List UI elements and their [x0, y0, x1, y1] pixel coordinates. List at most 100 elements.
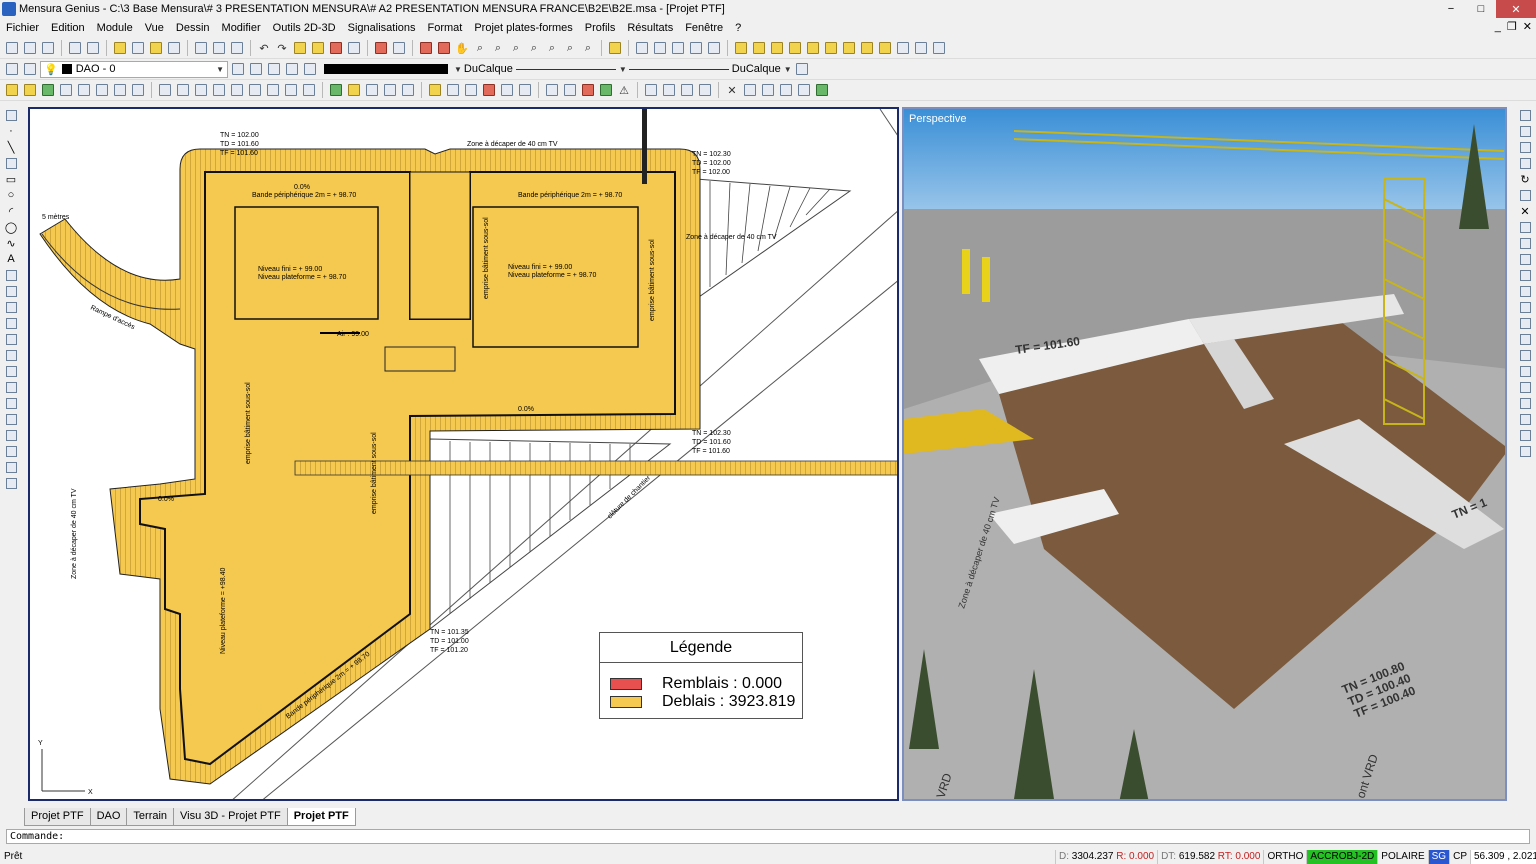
platform-tool-3-icon[interactable]: [40, 82, 56, 98]
volume-tool-1-icon[interactable]: [427, 82, 443, 98]
save-icon[interactable]: [40, 40, 56, 56]
layer-tool-1-icon[interactable]: [230, 61, 246, 77]
slope-tool-6-icon[interactable]: [247, 82, 263, 98]
modify-tool-4-icon[interactable]: [1518, 156, 1532, 170]
platform-tool-4-icon[interactable]: [58, 82, 74, 98]
survey-point-icon[interactable]: [292, 40, 308, 56]
doc-close-button[interactable]: ✕: [1523, 18, 1532, 37]
spline-icon[interactable]: ∿: [4, 236, 18, 250]
terrain-tool-2-icon[interactable]: [346, 82, 362, 98]
snap-intersection-icon[interactable]: [823, 40, 839, 56]
modify-tool-6-icon[interactable]: [1518, 188, 1532, 202]
match-props-icon[interactable]: [794, 61, 810, 77]
misc-tool-3-icon[interactable]: [760, 82, 776, 98]
text-icon[interactable]: A: [4, 252, 18, 266]
terrain-tool-3-icon[interactable]: [364, 82, 380, 98]
terrain-icon[interactable]: [148, 40, 164, 56]
rectangle-icon[interactable]: ▭: [4, 172, 18, 186]
modify-tool-16-icon[interactable]: [1518, 348, 1532, 362]
platform-tool-6-icon[interactable]: [94, 82, 110, 98]
zoom-all-icon[interactable]: ⌕: [580, 40, 596, 56]
open-file-icon[interactable]: [22, 40, 38, 56]
platform-tool-5-icon[interactable]: [76, 82, 92, 98]
modify-tool-2-icon[interactable]: [1518, 124, 1532, 138]
import-icon[interactable]: [166, 40, 182, 56]
modify-tool-20-icon[interactable]: [1518, 412, 1532, 426]
measure-icon[interactable]: [607, 40, 623, 56]
draw-tool-11-icon[interactable]: [4, 268, 18, 282]
lineweight-select[interactable]: DuCalque ▼: [628, 63, 792, 75]
slope-tool-2-icon[interactable]: [175, 82, 191, 98]
snap-mid-icon[interactable]: [769, 40, 785, 56]
circle-icon[interactable]: ○: [4, 188, 18, 202]
render-tool-4-icon[interactable]: [598, 82, 614, 98]
draw-tool-1-icon[interactable]: [4, 108, 18, 122]
point-icon[interactable]: ·: [4, 124, 18, 138]
slope-tool-3-icon[interactable]: [193, 82, 209, 98]
snap-center-icon[interactable]: [787, 40, 803, 56]
modify-tool-12-icon[interactable]: [1518, 284, 1532, 298]
tab-terrain[interactable]: Terrain: [126, 808, 175, 826]
rotate-icon[interactable]: ↻: [1518, 172, 1532, 186]
slope-tool-1-icon[interactable]: [157, 82, 173, 98]
menu-profils[interactable]: Profils: [579, 22, 622, 34]
snap-nearest-icon[interactable]: [877, 40, 893, 56]
menu-fichier[interactable]: Fichier: [0, 22, 45, 34]
terrain-tool-5-icon[interactable]: [400, 82, 416, 98]
undo-icon[interactable]: ↶: [256, 40, 272, 56]
modify-tool-1-icon[interactable]: [1518, 108, 1532, 122]
snap-tangent-icon[interactable]: [859, 40, 875, 56]
menu-signalisations[interactable]: Signalisations: [342, 22, 422, 34]
edit-tool-3-icon[interactable]: [670, 40, 686, 56]
snap-perpendicular-icon[interactable]: [841, 40, 857, 56]
modify-tool-11-icon[interactable]: [1518, 268, 1532, 282]
snap-toggle-icon[interactable]: [931, 40, 947, 56]
zoom-icon[interactable]: ⌕: [472, 40, 488, 56]
render-tool-1-icon[interactable]: [544, 82, 560, 98]
arc-icon[interactable]: ◜: [4, 204, 18, 218]
draw-tool-16-icon[interactable]: [4, 348, 18, 362]
platform-tool-7-icon[interactable]: [112, 82, 128, 98]
snap-quadrant-icon[interactable]: [805, 40, 821, 56]
zoom-extents-icon[interactable]: ⌕: [544, 40, 560, 56]
edit-tool-5-icon[interactable]: [706, 40, 722, 56]
zoom-in-icon[interactable]: ⌕: [490, 40, 506, 56]
slope-tool-5-icon[interactable]: [229, 82, 245, 98]
view-3d-icon[interactable]: [436, 40, 452, 56]
layer-manager-icon[interactable]: [112, 40, 128, 56]
draw-tool-12-icon[interactable]: [4, 284, 18, 298]
layer-tool-4-icon[interactable]: [284, 61, 300, 77]
pencil-icon[interactable]: [328, 40, 344, 56]
warning-icon[interactable]: ⚠: [616, 82, 632, 98]
menu-module[interactable]: Module: [91, 22, 139, 34]
draw-tool-24-icon[interactable]: [4, 476, 18, 490]
volume-tool-4-icon[interactable]: [481, 82, 497, 98]
plan-viewport[interactable]: TN = 102.00 TD = 101.60 TF = 101.60 Zone…: [28, 107, 899, 801]
view-2d-icon[interactable]: [418, 40, 434, 56]
line-icon[interactable]: ╲: [4, 140, 18, 154]
edit-tool-4-icon[interactable]: [688, 40, 704, 56]
tab-dao[interactable]: DAO: [89, 808, 128, 826]
modify-tool-13-icon[interactable]: [1518, 300, 1532, 314]
paste-icon[interactable]: [229, 40, 245, 56]
draw-tool-22-icon[interactable]: [4, 444, 18, 458]
report-tool-3-icon[interactable]: [679, 82, 695, 98]
ellipse-icon[interactable]: ◯: [4, 220, 18, 234]
color-select[interactable]: [324, 64, 448, 74]
platform-tool-8-icon[interactable]: [130, 82, 146, 98]
print-icon[interactable]: [67, 40, 83, 56]
menu-resultats[interactable]: Résultats: [621, 22, 679, 34]
doc-minimize-button[interactable]: _: [1495, 18, 1501, 37]
lock-icon[interactable]: [391, 40, 407, 56]
edit-tool-2-icon[interactable]: [652, 40, 668, 56]
draw-tool-19-icon[interactable]: [4, 396, 18, 410]
draw-tool-21-icon[interactable]: [4, 428, 18, 442]
hatch-icon[interactable]: [4, 364, 18, 378]
modify-tool-19-icon[interactable]: [1518, 396, 1532, 410]
chevron-down-icon[interactable]: ▼: [454, 65, 462, 74]
render-tool-3-icon[interactable]: [580, 82, 596, 98]
menu-modifier[interactable]: Modifier: [216, 22, 267, 34]
polaire-toggle[interactable]: POLAIRE: [1377, 849, 1427, 864]
layer-tool-2-icon[interactable]: [248, 61, 264, 77]
volume-tool-2-icon[interactable]: [445, 82, 461, 98]
